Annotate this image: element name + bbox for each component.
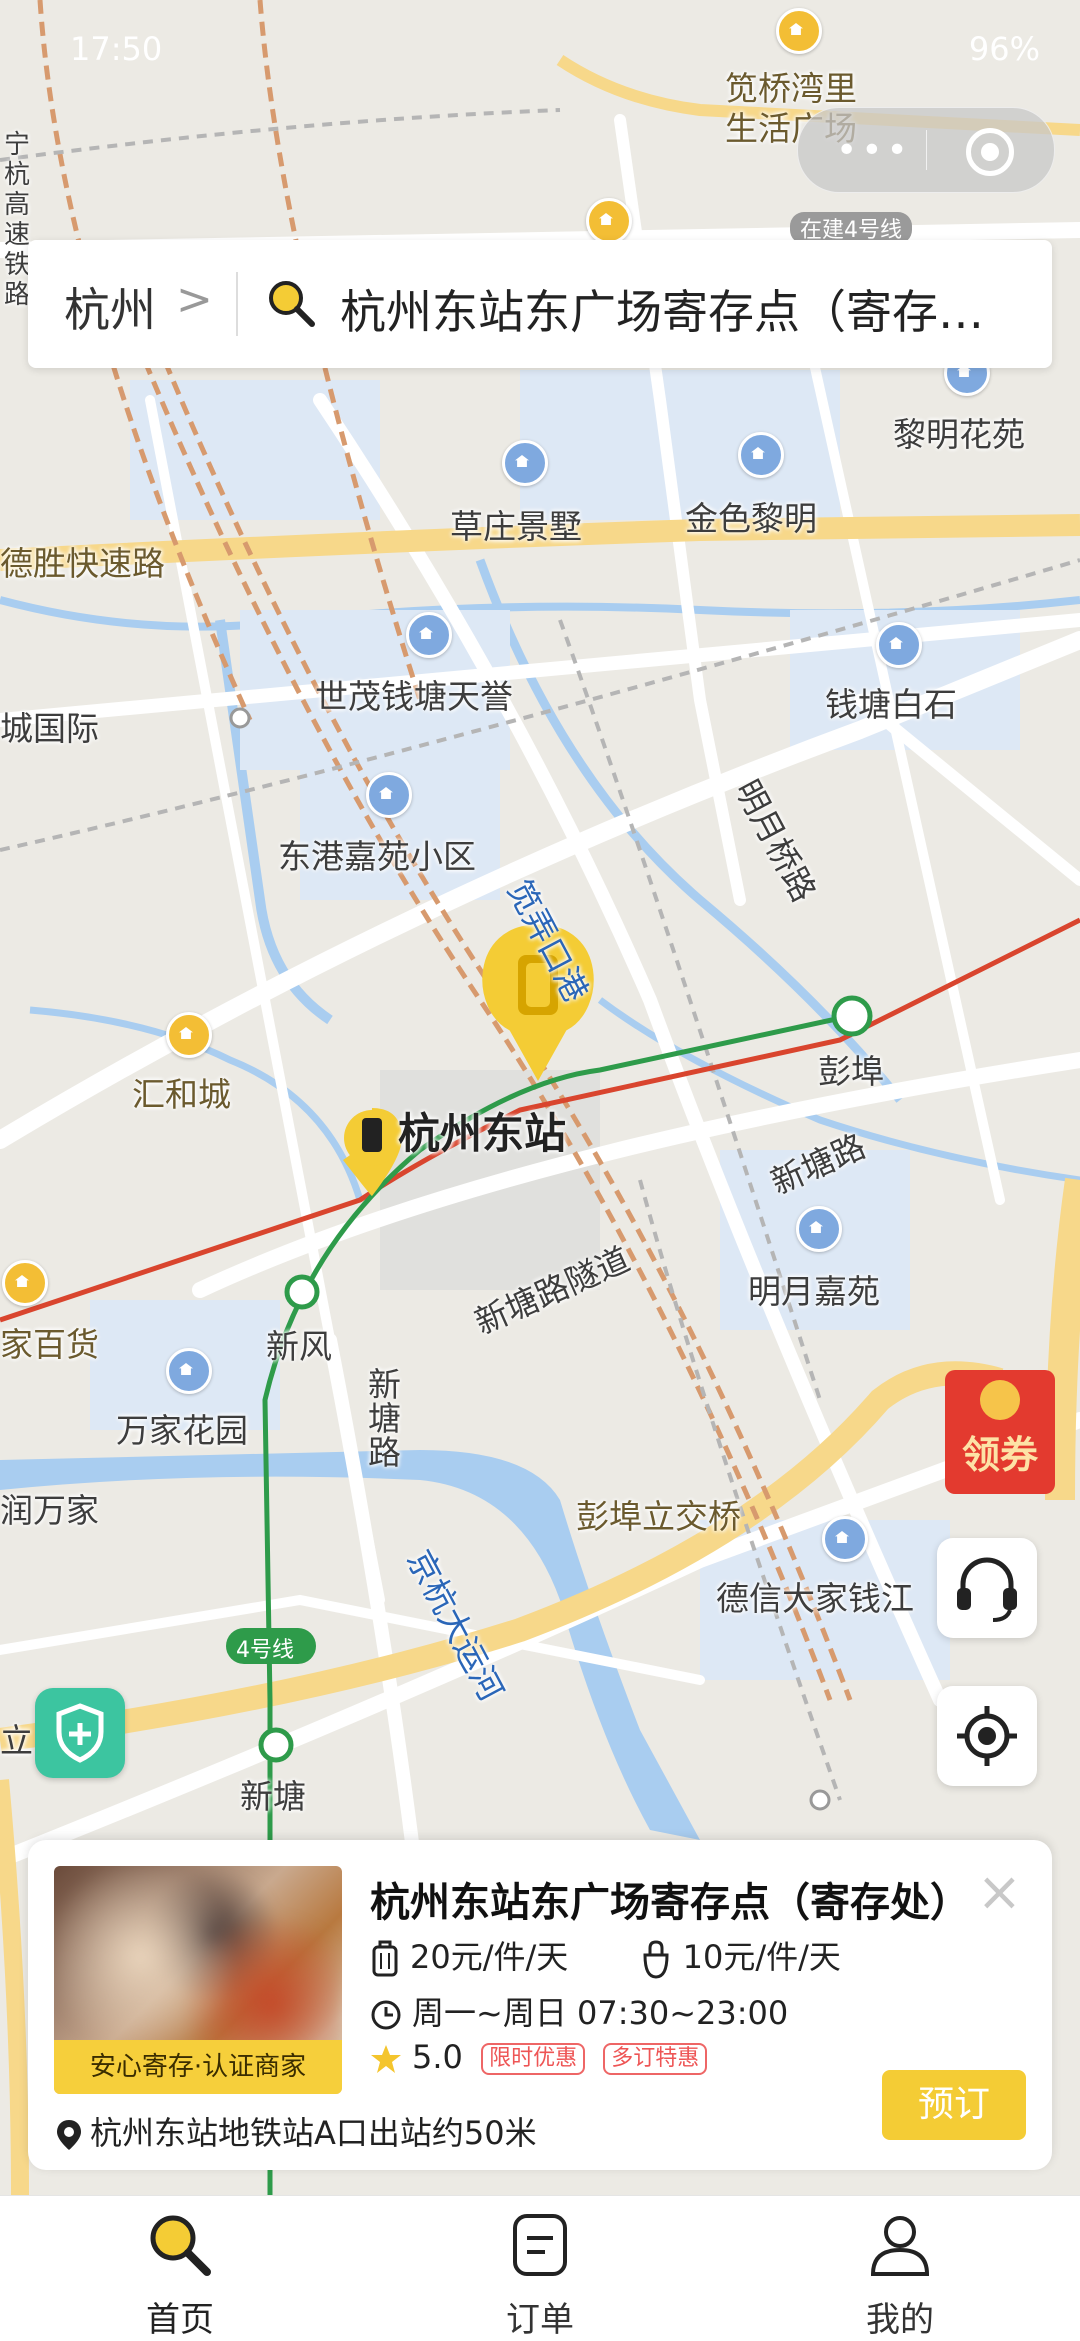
book-button[interactable]: 预订 (882, 2070, 1026, 2140)
map-label: 杭州东站 (398, 1109, 567, 1158)
map-label: 汇和城 (132, 1075, 231, 1114)
tab-label: 订单 (506, 2300, 574, 2340)
poi-icon (406, 612, 452, 658)
miniprogram-capsule: ••• (797, 107, 1055, 193)
tab-bar: 首页 订单 我的 (0, 2195, 1080, 2341)
map-label: 钱塘白石 (825, 685, 957, 724)
shopping-icon (586, 198, 632, 244)
price-small-bag: 10元/件/天 (682, 1938, 841, 1976)
poi-icon (796, 1206, 842, 1252)
order-icon (513, 2214, 567, 2276)
promo-tag: 多订特惠 (603, 2043, 708, 2075)
poi-icon (166, 1348, 212, 1394)
locate-icon (957, 1706, 1017, 1766)
hours-row: 周一~周日 07:30~23:00 (370, 1988, 788, 2034)
map-label: 东港嘉苑小区 (278, 837, 476, 876)
poi-icon (822, 1516, 868, 1562)
price-large-luggage: 20元/件/天 (410, 1938, 569, 1976)
price-row: 20元/件/天 10元/件/天 (370, 1932, 841, 1979)
map-label: 城国际 (0, 709, 99, 748)
close-icon[interactable]: × (977, 1860, 1022, 1923)
tab-profile[interactable]: 我的 (800, 2210, 1000, 2341)
address-row: 杭州东站地铁站A口出站约50米 (56, 2108, 537, 2154)
poi-icon (366, 772, 412, 818)
map-label: 彭埠立交桥 (576, 1497, 741, 1536)
tab-label: 首页 (146, 2300, 214, 2340)
tab-orders[interactable]: 订单 (440, 2210, 640, 2341)
storage-info-card[interactable]: 安心寄存·认证商家 杭州东站东广场寄存点（寄存处） × 20元/件/天 10元/… (28, 1840, 1052, 2170)
poi-icon (738, 432, 784, 478)
business-hours: 周一~周日 07:30~23:00 (412, 1994, 789, 2032)
safety-shield-button[interactable] (35, 1688, 125, 1778)
search-icon (269, 281, 315, 327)
locate-button[interactable] (937, 1686, 1037, 1786)
map-label: 德胜快速路 (0, 544, 165, 583)
close-miniprogram-icon[interactable] (966, 128, 1014, 176)
map-label: 德信大家钱江 (716, 1579, 914, 1618)
customer-service-button[interactable] (937, 1538, 1037, 1638)
map-label: 新塘路 (368, 1365, 401, 1472)
storage-title: 杭州东站东广场寄存点（寄存处） (370, 1880, 970, 1926)
search-input[interactable]: 杭州东站东广场寄存点（寄存… (340, 276, 984, 342)
search-icon (150, 2215, 211, 2276)
location-pin-icon (57, 2120, 81, 2150)
shopping-icon (2, 1260, 48, 1306)
bag-icon (643, 1940, 669, 1979)
tab-home[interactable]: 首页 (80, 2210, 280, 2341)
more-icon[interactable]: ••• (836, 130, 912, 171)
coupon-button[interactable]: 领券 (945, 1370, 1055, 1494)
user-icon (870, 2216, 930, 2276)
clock-icon (371, 2000, 401, 2030)
certified-badge: 安心寄存·认证商家 (54, 2040, 342, 2094)
star-icon (371, 2045, 401, 2073)
storage-photo: 安心寄存·认证商家 (54, 1866, 342, 2094)
rating-value: 5.0 (412, 2038, 463, 2076)
tab-label: 我的 (866, 2300, 934, 2340)
status-time: 17:50 (70, 30, 163, 68)
status-bar: 17:50 96% (70, 30, 1040, 80)
search-bar[interactable]: 杭州 > 杭州东站东广场寄存点（寄存… (28, 240, 1052, 368)
chevron-right-icon: > (176, 274, 213, 325)
battery-level: 96% (968, 30, 1040, 68)
map-label: 新风 (266, 1327, 332, 1366)
map-label: 黎明花苑 (893, 415, 1025, 454)
map-label: 4号线 (236, 1638, 294, 1663)
poi-icon (502, 440, 548, 486)
storage-location-marker[interactable] (470, 920, 610, 1080)
storage-location-marker-small[interactable] (340, 1100, 410, 1200)
map-label: 金色黎明 (685, 499, 817, 538)
map-label: 草庄景墅 (450, 507, 582, 546)
luggage-icon (372, 1940, 398, 1977)
poi-icon (876, 622, 922, 668)
shield-icon (56, 1703, 104, 1763)
map-label: 润万家 (0, 1491, 99, 1530)
map-label: 彭埠 (818, 1052, 884, 1091)
coin-icon (980, 1380, 1020, 1420)
promo-tag: 限时优惠 (481, 2043, 586, 2075)
coupon-label: 领券 (961, 1433, 1038, 1477)
map-label: 万家花园 (116, 1411, 248, 1450)
map-label: 立 (0, 1721, 33, 1760)
rating-row: 5.0 限时优惠 多订特惠 (370, 2038, 708, 2076)
headset-icon (957, 1557, 1017, 1622)
map-label: 世茂钱塘天誉 (315, 677, 513, 716)
city-selector[interactable]: 杭州 (64, 274, 156, 340)
map-label: 明月嘉苑 (748, 1272, 880, 1311)
map-label: 家百货 (0, 1325, 99, 1364)
address-text: 杭州东站地铁站A口出站约50米 (90, 2114, 537, 2152)
shopping-icon (166, 1012, 212, 1058)
map-label: 新塘 (240, 1777, 306, 1816)
